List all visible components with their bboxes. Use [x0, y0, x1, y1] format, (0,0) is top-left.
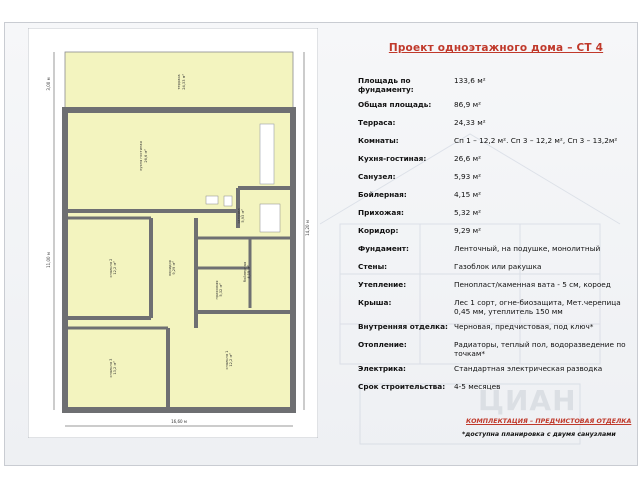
spec-row: Прихожая: 5,32 м² — [356, 208, 634, 217]
spec-value: Черновая, предчистовая, под ключ* — [454, 322, 594, 331]
spec-value: 24,33 м² — [454, 118, 486, 127]
spec-row: Электрика: Стандартная электрическая разв… — [356, 364, 634, 373]
spec-value: Радиаторы, теплый пол, водоразведение по… — [454, 340, 626, 358]
dim-bottom: 16,60 м — [171, 419, 187, 424]
spec-value: 133,6 м² — [454, 76, 486, 85]
spec-value: 5,93 м² — [454, 172, 481, 181]
spec-label: Коридор: — [358, 226, 399, 235]
spec-label: Срок строительства: — [358, 382, 446, 391]
plan-note: *доступна планировка с двумя санузлами — [462, 431, 616, 438]
spec-label: Площадь по фундаменту: — [358, 76, 414, 94]
spec-value: Газоблок или ракушка — [454, 262, 542, 271]
complect-note: КОМПЛЕКТАЦИЯ – ПРЕДЧИСТОВАЯ ОТДЕЛКА — [466, 418, 632, 425]
spec-label: Крыша: — [358, 298, 392, 307]
house-walls — [62, 107, 296, 413]
sink-icon — [205, 195, 219, 205]
spec-label: Прихожая: — [358, 208, 404, 217]
bed1-area: 12,2 м² — [229, 353, 233, 367]
shower-icon — [259, 203, 281, 233]
dim-left-main: 11,00 м — [46, 252, 51, 268]
terrace-label: терраса — [177, 74, 181, 89]
spec-row: Отопление: Радиаторы, теплый пол, водораз… — [356, 340, 634, 358]
bathroom-area: 5,93 м² — [241, 209, 245, 223]
spec-label: Бойлерная: — [358, 190, 407, 199]
spec-value: Сп 1 – 12,2 м². Сп 3 – 12,2 м², Сп 3 – 1… — [454, 136, 618, 145]
kitchen-label: кухня гостиная — [139, 141, 143, 170]
spec-label: Общая площадь: — [358, 100, 432, 109]
hall-area: 5,32 м² — [219, 283, 223, 297]
spec-row: Площадь по фундаменту: 133,6 м² — [356, 76, 634, 94]
spec-row: Фундамент: Ленточный, на подушке, монолит… — [356, 244, 634, 253]
toilet-icon — [223, 195, 233, 207]
spec-value: Стандартная электрическая разводка — [454, 364, 603, 373]
boiler-area: 4,15 м² — [247, 265, 251, 279]
spec-label: Кухня-гостиная: — [358, 154, 427, 163]
kitchen-area: 26,6 м² — [144, 149, 148, 163]
spec-value: Пенопласт/каменная вата - 5 см, короед — [454, 280, 611, 289]
floor-plan: 3,00 м 11,00 м 14,20 м 16,60 м терраса 2… — [28, 28, 318, 438]
spec-label: Санузел: — [358, 172, 396, 181]
spec-row: Бойлерная: 4,15 м² — [356, 190, 634, 199]
bed2-area: 12,2 м² — [113, 261, 117, 275]
spec-label: Электрика: — [358, 364, 406, 373]
bed3-area: 13,2 м² — [113, 361, 117, 375]
spec-label: Отопление: — [358, 340, 407, 349]
dim-left-top: 3,00 м — [46, 77, 51, 90]
spec-value: Лес 1 сорт, огне-биозащита, Мет.черепица… — [454, 298, 621, 316]
spec-row: Кухня-гостиная: 26,6 м² — [356, 154, 634, 163]
spec-value: 26,6 м² — [454, 154, 481, 163]
spec-row: Утепление: Пенопласт/каменная вата - 5 см… — [356, 280, 634, 289]
spec-label: Стены: — [358, 262, 388, 271]
spec-label: Фундамент: — [358, 244, 409, 253]
spec-row: Санузел: 5,93 м² — [356, 172, 634, 181]
spec-value: 9,29 м² — [454, 226, 481, 235]
sheet: 3,00 м 11,00 м 14,20 м 16,60 м терраса 2… — [0, 0, 640, 480]
terrace-area: 24,33 м² — [182, 74, 186, 90]
spec-row: Внутренняя отделка: Черновая, предчистова… — [356, 322, 634, 331]
spec-row: Стены: Газоблок или ракушка — [356, 262, 634, 271]
spec-row: Комнаты: Сп 1 – 12,2 м². Сп 3 – 12,2 м², … — [356, 136, 634, 145]
watermark-logo: ЦИАН — [478, 384, 577, 417]
spec-row: Общая площадь: 86,9 м² — [356, 100, 634, 109]
spec-value: 4,15 м² — [454, 190, 481, 199]
corridor-area: 9,29 м² — [172, 261, 176, 275]
project-title: Проект одноэтажного дома – СТ 4 — [388, 42, 604, 54]
spec-value: 86,9 м² — [454, 100, 481, 109]
spec-row: Коридор: 9,29 м² — [356, 226, 634, 235]
spec-value: 5,32 м² — [454, 208, 481, 217]
kitchen-counter — [259, 123, 275, 185]
spec-label: Утепление: — [358, 280, 407, 289]
dim-right: 14,20 м — [305, 220, 310, 236]
spec-row: Крыша: Лес 1 сорт, огне-биозащита, Мет.че… — [356, 298, 634, 316]
spec-label: Внутренняя отделка: — [358, 322, 448, 331]
spec-label: Терраса: — [358, 118, 396, 127]
spec-value: Ленточный, на подушке, монолитный — [454, 244, 601, 253]
spec-row: Терраса: 24,33 м² — [356, 118, 634, 127]
spec-label: Комнаты: — [358, 136, 399, 145]
